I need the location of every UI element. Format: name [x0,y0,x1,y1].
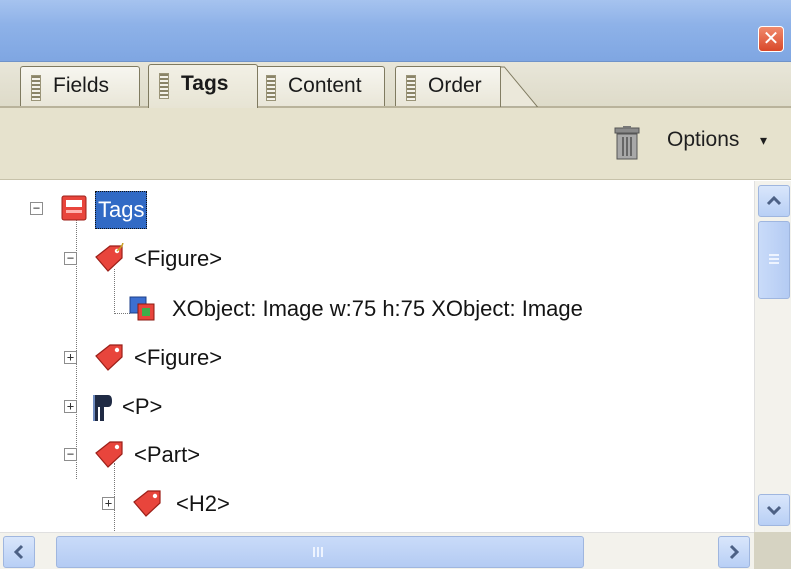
vertical-scroll-thumb[interactable] [758,221,790,299]
tree-row-label: Tags [95,191,148,229]
tree-row-label: <Figure> [134,246,223,271]
tab-slant-icon [500,66,539,107]
grip-icon [769,254,779,264]
horizontal-scrollbar[interactable] [0,532,754,569]
xobject-image-icon [129,296,155,321]
scroll-right-button[interactable] [718,536,750,568]
expand-toggle[interactable]: + [102,497,115,510]
tag-icon [133,490,161,517]
chevron-right-icon [729,544,740,560]
chevron-down-icon [766,505,782,516]
tab-grip-icon [266,75,276,101]
chevron-down-icon[interactable]: ▾ [760,132,767,149]
trash-icon[interactable] [613,126,641,160]
grip-icon [313,547,323,557]
collapse-toggle[interactable]: − [30,202,43,215]
tab-grip-icon [31,75,41,101]
tab-order-label: Order [428,74,482,97]
horizontal-scroll-thumb[interactable] [56,536,584,568]
tab-fields[interactable]: Fields [20,66,140,106]
tab-grip-icon [406,75,416,101]
scroll-down-button[interactable] [758,494,790,526]
tree-row-label: XObject: Image w:75 h:75 XObject: Image [172,296,583,321]
paragraph-icon [93,395,112,421]
tree-row-label: <P> [122,394,163,419]
expand-toggle[interactable]: + [64,400,77,413]
tags-tree[interactable]: − Tags − <Figure> XObject: Image w:75 h:… [0,181,754,532]
scrollbar-corner [754,532,791,569]
tab-content[interactable]: Content [255,66,385,106]
expand-toggle[interactable]: + [64,351,77,364]
tab-tags[interactable]: Tags [148,64,258,108]
tree-row-label: <H2> [176,491,230,516]
title-bar: ✕ [0,0,791,62]
chevron-left-icon [13,544,24,560]
tag-icon [95,441,123,468]
chevron-up-icon [766,195,782,206]
tree-connector [114,269,115,314]
options-menu-button[interactable]: Options [667,128,739,152]
tab-tags-label: Tags [181,72,229,95]
collapse-toggle[interactable]: − [64,252,77,265]
close-button[interactable]: ✕ [758,26,784,52]
scroll-up-button[interactable] [758,185,790,217]
tab-fields-label: Fields [53,74,110,97]
tab-order[interactable]: Order [395,66,539,107]
scroll-left-button[interactable] [3,536,35,568]
tags-root-icon [61,195,87,221]
tab-content-label: Content [288,74,362,97]
collapse-toggle[interactable]: − [64,448,77,461]
vertical-scrollbar[interactable] [754,181,791,532]
tag-icon [95,243,124,272]
tree-row-label: <Figure> [134,345,223,370]
tag-icon [95,344,123,371]
tab-grip-icon [159,73,169,99]
tree-row-label: <Part> [134,442,201,467]
tab-strip: Fields Order Content Tags [0,62,791,108]
